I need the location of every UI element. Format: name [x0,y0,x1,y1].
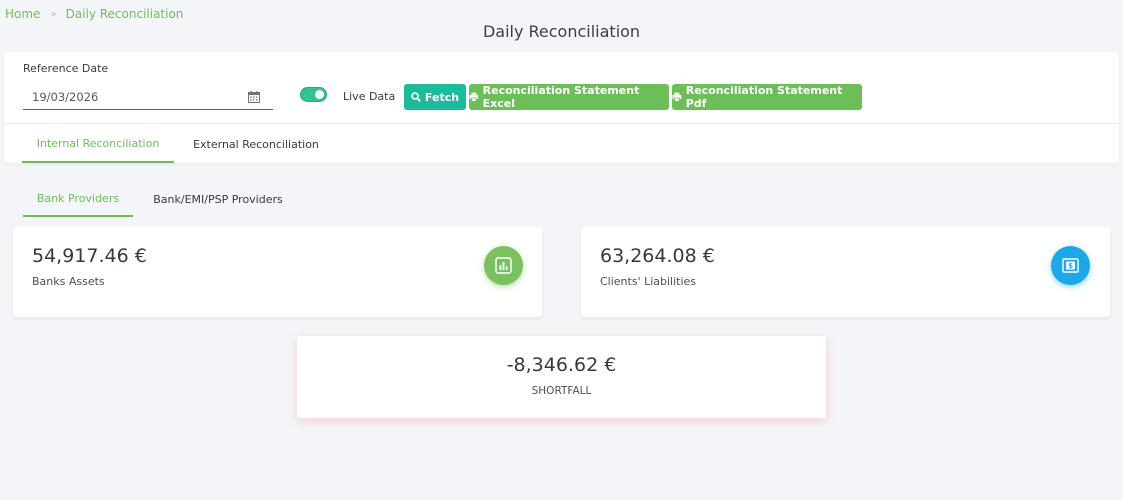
reference-date-input[interactable]: 19/03/2026 [23,88,273,110]
pdf-button-label: Reconciliation Statement Pdf [685,84,843,110]
chart-icon [484,246,523,285]
bank-assets-card: 54,917.46 € Banks Assets [13,227,542,317]
breadcrumb-home-link[interactable]: Home [5,7,40,21]
fetch-button-label: Fetch [424,90,460,104]
reference-date-label: Reference Date [23,62,109,75]
reference-date-value: 19/03/2026 [32,90,99,104]
filter-card: Reference Date 19/03/2026 Live Data Fetc… [4,52,1119,163]
print-icon [672,92,682,102]
reconciliation-pdf-button[interactable]: Reconciliation Statement Pdf [672,84,862,110]
page-title: Daily Reconciliation [482,22,641,41]
client-liabilities-label: Clients' Liabilities [600,275,697,288]
svg-text:$: $ [1068,262,1073,270]
live-data-label: Live Data [343,90,396,103]
bank-assets-label: Banks Assets [32,275,105,288]
reconciliation-excel-button[interactable]: Reconciliation Statement Excel [469,84,669,110]
breadcrumb-current[interactable]: Daily Reconciliation [66,7,184,21]
client-liabilities-value: 63,264.08 € [600,245,715,267]
divider [4,123,1119,124]
subtab-bank-providers[interactable]: Bank Providers [23,181,133,217]
shortfall-card: -8,346.62 € SHORTFALL [297,336,826,418]
money-icon: $ [1051,246,1090,285]
bank-assets-value: 54,917.46 € [32,245,147,267]
shortfall-value: -8,346.62 € [506,354,617,376]
breadcrumb-separator: » [50,8,57,20]
fetch-button[interactable]: Fetch [404,84,466,110]
shortfall-label: SHORTFALL [531,385,592,397]
search-icon [411,92,421,102]
calendar-icon[interactable] [248,91,260,103]
tab-internal-reconciliation[interactable]: Internal Reconciliation [22,125,174,163]
subtab-bank-emi-psp-providers[interactable]: Bank/EMI/PSP Providers [133,181,303,217]
print-icon [469,92,479,102]
excel-button-label: Reconciliation Statement Excel [482,84,640,110]
client-liabilities-card: 63,264.08 € Clients' Liabilities $ [581,227,1110,317]
tab-external-reconciliation[interactable]: External Reconciliation [174,125,338,163]
live-data-toggle[interactable] [300,87,327,102]
breadcrumb: Home » Daily Reconciliation [5,7,183,21]
